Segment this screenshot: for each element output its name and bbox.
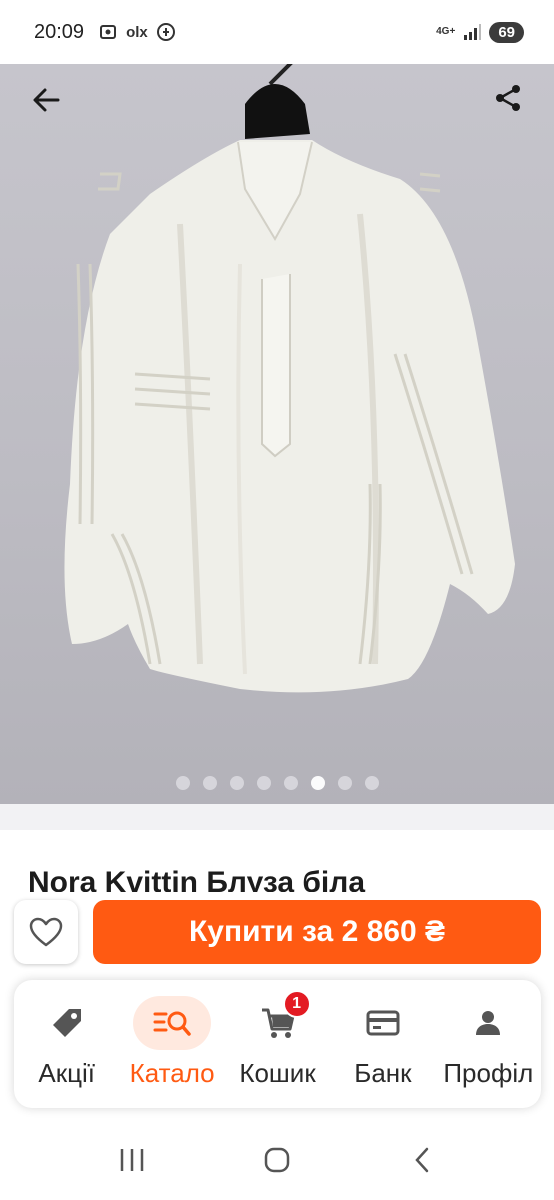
divider [0,804,554,830]
buy-button[interactable]: Купити за 2 860 ₴ [93,900,541,964]
profile-icon [476,1011,501,1035]
gallery-dot[interactable] [229,776,244,790]
tab-label: Кошик [239,1058,316,1088]
purchase-bar: Купити за 2 860 ₴ [0,892,554,982]
tab-label: Профіл [443,1058,534,1088]
tab-label: Акції [38,1058,95,1088]
arrow-left-icon [33,88,60,112]
gallery-pagination[interactable] [0,776,554,790]
heart-icon [29,917,63,947]
screenshot-icon [100,25,117,39]
share-button[interactable] [488,78,528,118]
tab-promotions[interactable]: Акції [14,980,119,1108]
gallery-dot[interactable] [175,776,190,790]
status-system-icons: 4G+ 69 [436,21,524,43]
tab-profile[interactable]: Профіл [436,980,541,1108]
tab-label: Банк [354,1058,412,1088]
gallery-dot[interactable] [310,776,325,790]
tag-icon [52,1009,81,1037]
status-app-icons: olx [98,22,176,42]
tab-label: Катало [129,1058,215,1088]
signal-icon [464,24,482,40]
gallery-dot[interactable] [202,776,217,790]
status-bar: 20:09 olx 4G+ 69 [0,0,554,64]
olx-icon: olx [126,23,148,41]
battery-level: 69 [489,21,524,43]
product-image [64,64,515,693]
share-icon [496,85,520,111]
system-back-button[interactable] [392,1130,452,1190]
gift-icon [156,23,175,41]
gallery-dot[interactable] [364,776,379,790]
tab-icon-wrap [133,996,212,1050]
tab-icon-wrap: 1 [239,990,317,1050]
tab-cart[interactable]: 1 Кошик [225,980,330,1108]
chevron-left-icon [414,1147,428,1173]
bank-card-icon [366,1010,400,1036]
status-time: 20:09 [34,20,85,43]
recent-apps-button[interactable] [102,1130,162,1190]
favorite-button[interactable] [14,900,78,964]
catalog-search-icon [153,1011,191,1036]
tab-catalog[interactable]: Катало [119,980,224,1108]
back-button[interactable] [26,80,66,120]
tab-icon-wrap [449,996,527,1050]
network-type: 4G+ [436,26,456,37]
gallery-dot[interactable] [256,776,271,790]
bottom-tab-bar: Акції Катало 1 Кошик Банк Профіл [14,980,541,1108]
home-icon [264,1147,290,1173]
product-gallery[interactable] [0,64,554,804]
tab-icon-wrap [344,996,422,1050]
system-navigation-bar [0,1120,554,1200]
tab-icon-wrap [28,996,106,1050]
gallery-dot[interactable] [283,776,298,790]
gallery-dot[interactable] [337,776,352,790]
product-page: 20:09 olx 4G+ 69 Nora Kvittin Блуза біла… [0,0,554,1200]
home-button[interactable] [247,1130,307,1190]
product-title-area: Nora Kvittin Блуза біла [0,830,554,900]
cart-badge: 1 [282,990,311,1018]
tab-bank[interactable]: Банк [330,980,435,1108]
recent-apps-icon [121,1149,144,1171]
